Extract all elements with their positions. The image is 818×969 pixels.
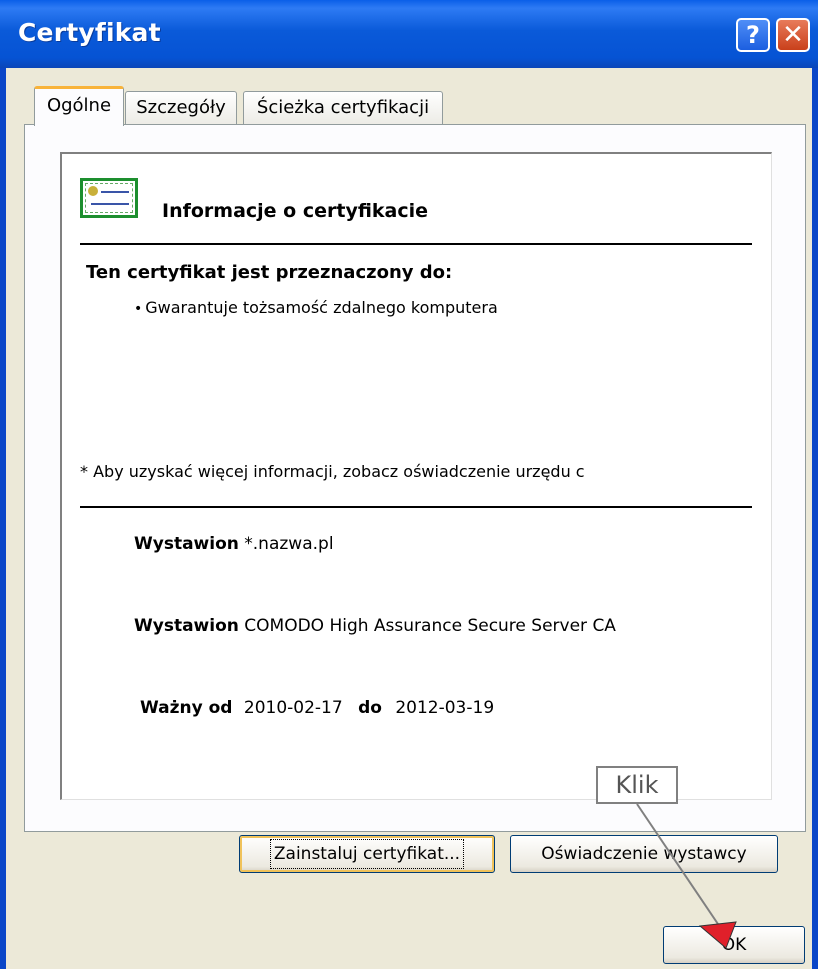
- issued-by-row: Wystawion COMODO High Assurance Secure S…: [134, 616, 616, 636]
- install-certificate-button[interactable]: Zainstaluj certyfikat...: [239, 835, 495, 873]
- purpose-item: • Gwarantuje tożsamość zdalnego komputera: [134, 298, 498, 317]
- certificate-info-box: Informacje o certyfikacie Ten certyfikat…: [60, 152, 772, 800]
- valid-from-value: 2010-02-17: [243, 698, 343, 718]
- close-icon[interactable]: ✕: [776, 18, 810, 52]
- certificate-dialog: Certyfikat ? ✕ Ogólne Szczegóły Ścieżka …: [0, 0, 818, 969]
- purpose-heading: Ten certyfikat jest przeznaczony do:: [86, 262, 453, 283]
- window-border-left: [0, 68, 6, 969]
- issuer-statement-note: * Aby uzyskać więcej informacji, zobacz …: [80, 462, 585, 481]
- valid-to-value: 2012-03-19: [395, 698, 495, 718]
- issued-to-value[interactable]: *.nazwa.pl: [244, 534, 333, 554]
- issued-by-label: Wystawion: [134, 616, 239, 636]
- cert-icon: [80, 178, 138, 218]
- tab-general[interactable]: Ogólne: [34, 86, 124, 126]
- valid-to-label: do: [358, 698, 382, 718]
- validity-row: Ważny od 2010-02-17 do 2012-03-19: [140, 698, 494, 718]
- tab-certification-path[interactable]: Ścieżka certyfikacji: [243, 91, 443, 125]
- issued-by-value[interactable]: COMODO High Assurance Secure Server CA: [244, 616, 616, 636]
- issued-to-row: Wystawion *.nazwa.pl: [134, 534, 334, 554]
- title-bar[interactable]: Certyfikat ? ✕: [0, 0, 818, 68]
- klik-callout: Klik: [596, 766, 678, 804]
- issuer-statement-button[interactable]: Oświadczenie wystawcy: [510, 835, 778, 873]
- purpose-text: Gwarantuje tożsamość zdalnego komputera: [145, 298, 498, 317]
- valid-from-label: Ważny od: [140, 698, 233, 718]
- info-title: Informacje o certyfikacie: [162, 200, 429, 222]
- divider: [80, 243, 752, 245]
- issued-to-label: Wystawion: [134, 534, 239, 554]
- window-border-right: [812, 68, 818, 969]
- window-title: Certyfikat: [18, 18, 161, 47]
- ok-button[interactable]: OK: [663, 926, 805, 964]
- bullet-icon: •: [134, 301, 143, 317]
- help-icon[interactable]: ?: [736, 18, 770, 52]
- install-certificate-label: Zainstaluj certyfikat...: [269, 839, 465, 869]
- tab-details[interactable]: Szczegóły: [125, 91, 237, 125]
- divider: [80, 506, 752, 508]
